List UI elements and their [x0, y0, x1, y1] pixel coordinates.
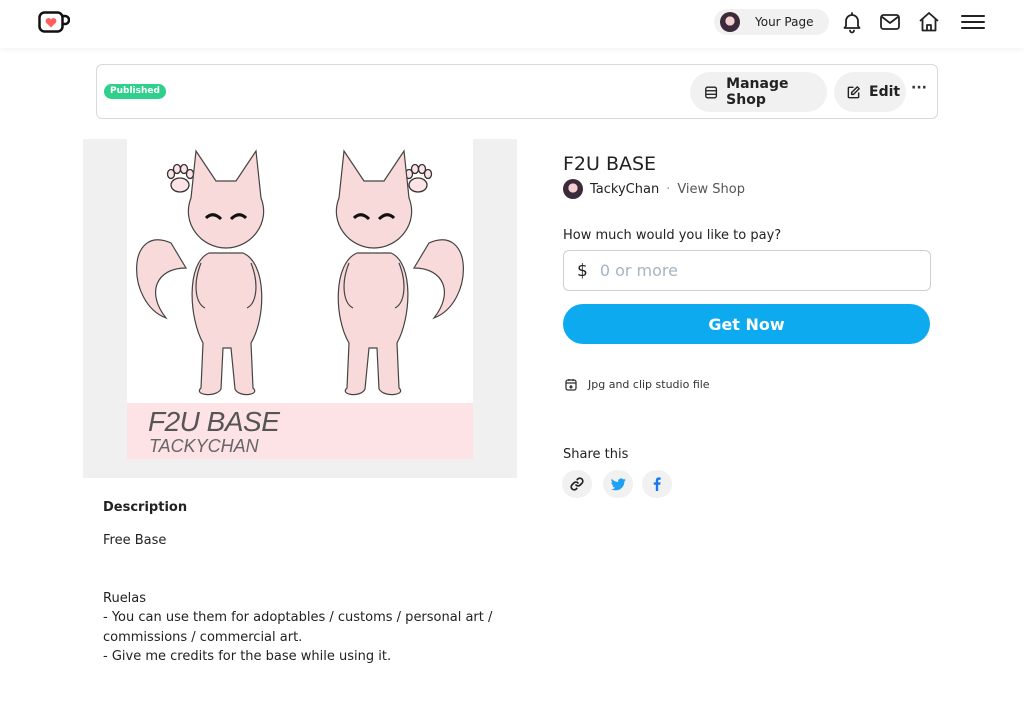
share-label: Share this — [563, 447, 629, 462]
artwork-illustration — [135, 149, 465, 397]
link-icon — [570, 477, 584, 491]
description-line: Ruelas — [103, 591, 147, 606]
file-icon — [565, 379, 577, 391]
bell-icon[interactable] — [840, 10, 864, 34]
kofi-logo-icon[interactable] — [38, 11, 70, 33]
share-twitter-button[interactable] — [603, 470, 633, 498]
pay-field[interactable]: $ — [563, 250, 931, 291]
creator-name[interactable]: TackyChan — [590, 182, 659, 197]
product-title: F2U BASE — [563, 153, 657, 175]
twitter-icon — [610, 477, 626, 490]
facebook-icon — [653, 477, 661, 491]
edit-button[interactable]: Edit — [834, 72, 906, 112]
home-icon[interactable] — [917, 10, 941, 34]
edit-icon — [847, 85, 860, 98]
status-badge: Published — [104, 84, 166, 99]
manage-shop-button[interactable]: Manage Shop — [690, 72, 827, 112]
get-now-button[interactable]: Get Now — [563, 304, 930, 344]
mail-icon[interactable] — [878, 10, 902, 34]
pay-label: How much would you like to pay? — [563, 228, 782, 243]
pay-amount-input[interactable] — [599, 261, 900, 280]
your-page-button[interactable]: Your Page — [714, 9, 829, 35]
view-shop-link[interactable]: View Shop — [677, 182, 745, 197]
description-line: commissions / commercial art. — [103, 630, 303, 645]
top-navigation: Your Page — [0, 0, 1024, 48]
description-line: - You can use them for adoptables / cust… — [103, 610, 493, 625]
shop-icon — [705, 86, 718, 98]
file-info: Jpg and clip studio file — [565, 378, 710, 391]
edit-label: Edit — [869, 84, 901, 100]
artwork-subtitle: TACKYCHAN — [149, 436, 259, 456]
file-info-text: Jpg and clip studio file — [588, 378, 710, 391]
product-image[interactable]: F2U BASE TACKYCHAN — [83, 139, 517, 478]
artwork: F2U BASE TACKYCHAN — [127, 139, 473, 459]
manage-shop-label: Manage Shop — [726, 76, 789, 108]
description-heading: Description — [103, 500, 188, 515]
avatar — [720, 12, 740, 32]
description-line: Free Base — [103, 533, 167, 548]
artwork-title: F2U BASE — [148, 406, 280, 437]
currency-symbol: $ — [577, 260, 588, 281]
separator-dot: · — [666, 181, 671, 197]
share-facebook-button[interactable] — [642, 470, 672, 498]
copy-link-button[interactable] — [562, 470, 592, 498]
more-icon[interactable]: ··· — [911, 81, 927, 99]
admin-bar: Published Manage Shop Edit ··· — [96, 64, 938, 119]
creator-row: TackyChan · View Shop — [563, 179, 745, 199]
menu-icon[interactable] — [960, 10, 986, 34]
your-page-label: Your Page — [755, 15, 814, 29]
artwork-banner: F2U BASE TACKYCHAN — [127, 403, 473, 459]
description-line: - Give me credits for the base while usi… — [103, 649, 392, 664]
creator-avatar[interactable] — [563, 179, 583, 199]
